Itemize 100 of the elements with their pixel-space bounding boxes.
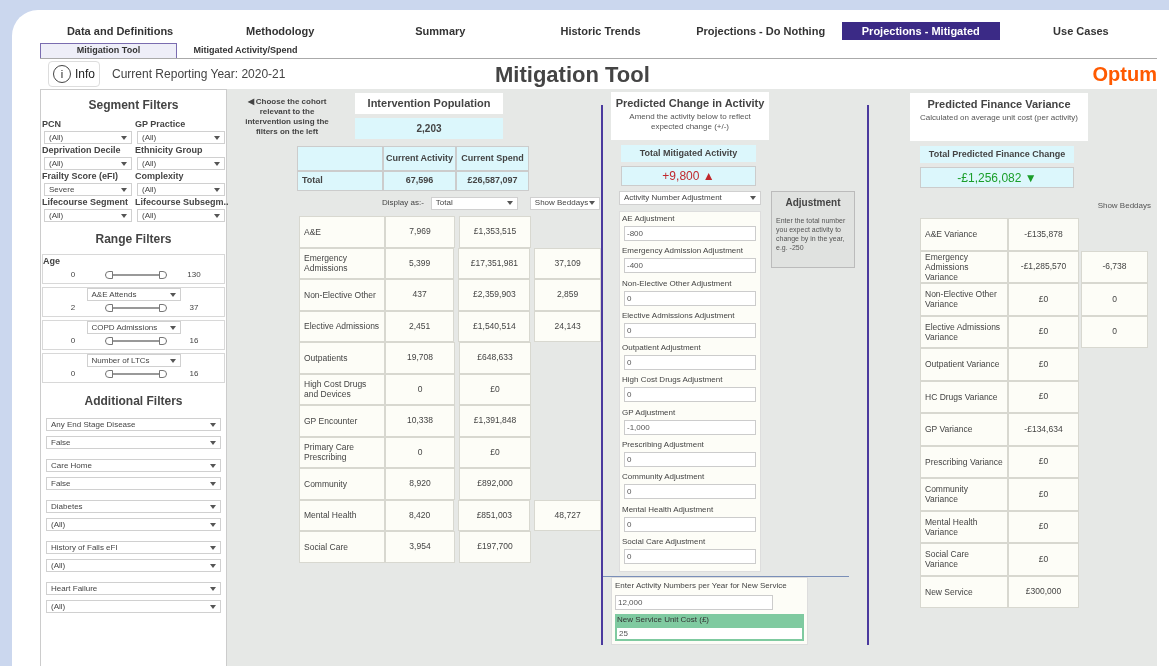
display-as-dropdown[interactable]: Total [430, 196, 518, 210]
filter-dropdown[interactable]: Number of LTCs [86, 354, 181, 367]
slider-thumb[interactable] [159, 337, 167, 345]
adjustment-input[interactable]: 0 [624, 484, 756, 500]
activity-label-cell: High Cost Drugs and Devices [299, 373, 385, 405]
adjustment-input[interactable]: 0 [624, 548, 756, 564]
column-header: Current Activity [383, 146, 456, 171]
variance-label-cell: Mental Health Variance [920, 510, 1008, 543]
variance-cell: -£135,878 [1008, 218, 1079, 251]
activity-cell: 0 [385, 436, 455, 468]
nav-tab[interactable]: Projections - Mitigated [841, 22, 1000, 40]
range-slider-track[interactable] [105, 336, 167, 346]
info-button[interactable]: i Info [48, 61, 100, 87]
filter-dropdown[interactable]: Severe [44, 183, 132, 196]
filter-dropdown[interactable]: History of Falls eFI [46, 541, 221, 554]
filter-dropdown[interactable]: COPD Admissions [86, 321, 181, 334]
filter-dropdown[interactable]: (All) [137, 131, 225, 144]
range-label: Age [43, 255, 61, 268]
filter-dropdown[interactable]: (All) [137, 183, 225, 196]
filter-dropdown[interactable]: (All) [44, 131, 132, 144]
nav-tab[interactable]: Methodology [238, 22, 323, 40]
activity-label-cell: Non-Elective Other [299, 279, 385, 311]
range-slider-track[interactable] [105, 270, 167, 280]
filter-dropdown[interactable]: (All) [137, 209, 225, 222]
adjustment-input[interactable]: 0 [624, 387, 756, 403]
range-min: 2 [69, 302, 77, 314]
filter-dropdown[interactable]: Any End Stage Disease [46, 418, 221, 431]
adjustment-input[interactable]: -400 [624, 258, 756, 274]
nav-tab[interactable]: Historic Trends [552, 22, 649, 40]
dropdown-caret-icon [214, 161, 220, 166]
beddays-dropdown[interactable]: Show Beddays [529, 196, 600, 210]
adjustment-input[interactable]: 0 [624, 355, 756, 371]
field-label: Emergency Admission Adjustment [622, 245, 744, 258]
activity-label-cell: Emergency Admissions [299, 247, 385, 279]
activity-label-cell: Community [299, 468, 385, 500]
nav-tab[interactable]: Projections - Do Nothing [688, 22, 834, 40]
total-label: Total Predicted Finance Change [920, 146, 1074, 163]
variance-label-cell: Emergency Admissions Variance [920, 250, 1008, 283]
filter-label: GP Practice [135, 118, 187, 131]
adjustment-input[interactable]: 0 [624, 452, 756, 468]
filter-dropdown[interactable]: Diabetes [46, 500, 221, 513]
nav-tab[interactable]: Use Cases [1045, 22, 1117, 40]
field-label: Social Care Adjustment [622, 535, 707, 548]
variance-label-cell: GP Variance [920, 413, 1008, 446]
dropdown-caret-icon [588, 201, 595, 205]
adjustment-input[interactable]: 0 [624, 290, 756, 306]
slider-thumb[interactable] [105, 370, 113, 378]
adjustment-input[interactable]: 0 [624, 322, 756, 338]
spend-cell: £197,700 [459, 531, 531, 563]
spend-cell: £1,540,514 [458, 310, 531, 342]
filter-dropdown[interactable]: (All) [46, 600, 221, 613]
field-label: Mental Health Adjustment [622, 503, 715, 516]
range-slider-track[interactable] [105, 303, 167, 313]
new-service-activity-input[interactable]: 12,000 [615, 595, 773, 611]
slider-thumb[interactable] [105, 337, 113, 345]
slider-thumb[interactable] [159, 271, 167, 279]
slider-thumb[interactable] [159, 370, 167, 378]
range-max: 16 [188, 335, 200, 347]
filter-dropdown[interactable]: A&E Attends [86, 288, 181, 301]
variance-label-cell: Non-Elective Other Variance [920, 283, 1008, 316]
dropdown-caret-icon [121, 187, 127, 192]
sub-tab[interactable]: Mitigated Activity/Spend [177, 43, 314, 58]
sub-tab[interactable]: Mitigation Tool [40, 43, 177, 58]
variance-cell: £300,000 [1008, 575, 1079, 608]
dropdown-caret-icon [210, 504, 216, 509]
beddays-cell: 24,143 [534, 310, 601, 342]
filter-dropdown[interactable]: Care Home [46, 459, 221, 472]
filter-dropdown[interactable]: False [46, 477, 221, 490]
adjustment-input[interactable]: -1,000 [624, 419, 756, 435]
dropdown-caret-icon [214, 213, 220, 218]
filter-dropdown[interactable]: (All) [46, 559, 221, 572]
adjustment-type-dropdown[interactable]: Activity Number Adjustment [619, 191, 761, 205]
spend-cell: £0 [459, 436, 531, 468]
dropdown-caret-icon [214, 135, 220, 140]
total-spend: £26,587,097 [456, 171, 529, 191]
range-min: 0 [69, 368, 77, 380]
adjustment-input[interactable]: 0 [624, 516, 756, 532]
nav-tab[interactable]: Summary [407, 22, 474, 40]
field-label: Non-Elective Other Adjustment [622, 277, 733, 290]
slider-thumb[interactable] [105, 304, 113, 312]
section-subtitle: Amend the activity below to reflect expected change (+/-) [628, 111, 752, 132]
slider-thumb[interactable] [105, 271, 113, 279]
filter-dropdown[interactable]: (All) [44, 209, 132, 222]
adjustment-input[interactable]: -800 [624, 226, 756, 241]
filter-dropdown[interactable]: (All) [137, 157, 225, 170]
dropdown-caret-icon [210, 522, 216, 527]
slider-thumb[interactable] [159, 304, 167, 312]
variance-cell: £0 [1008, 543, 1079, 576]
dropdown-caret-icon [214, 187, 220, 192]
filter-dropdown[interactable]: (All) [46, 518, 221, 531]
section-heading: Predicted Finance Variance [927, 97, 1071, 112]
total-label: Total [297, 171, 383, 191]
filter-dropdown[interactable]: False [46, 436, 221, 449]
filter-dropdown[interactable]: (All) [44, 157, 132, 170]
unit-cost-input[interactable]: 25 [615, 626, 804, 642]
nav-tab[interactable]: Data and Definitions [58, 22, 182, 40]
activity-cell: 8,420 [384, 499, 455, 531]
filter-dropdown[interactable]: Heart Failure [46, 582, 221, 595]
range-slider-track[interactable] [105, 369, 167, 379]
spend-cell: £1,391,848 [459, 405, 531, 437]
